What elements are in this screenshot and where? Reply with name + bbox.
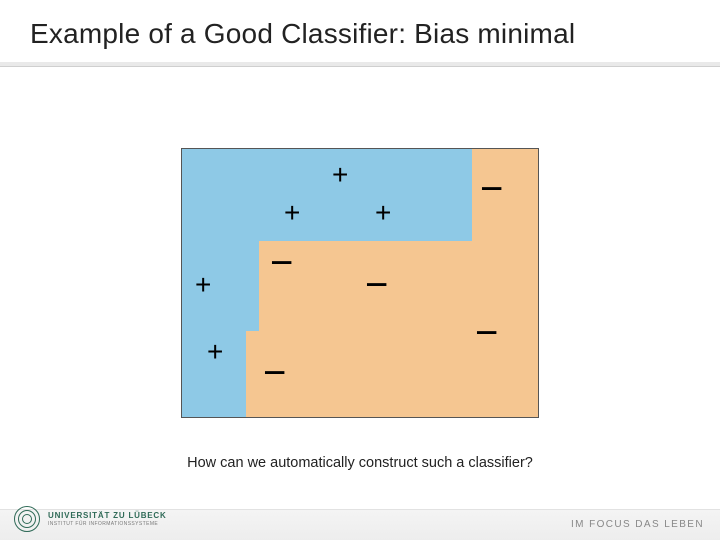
minus-icon: − — [270, 243, 293, 283]
plus-icon: + — [332, 161, 348, 189]
slide: Example of a Good Classifier: Bias minim… — [0, 0, 720, 540]
footer-motto: IM FOCUS DAS LEBEN — [571, 519, 704, 530]
page-title: Example of a Good Classifier: Bias minim… — [30, 18, 575, 50]
university-text: UNIVERSITÄT ZU LÜBECK INSTITUT FÜR INFOR… — [48, 512, 167, 527]
minus-icon: − — [475, 313, 498, 353]
plus-icon: + — [195, 271, 211, 299]
positive-region — [182, 241, 259, 331]
title-divider — [0, 62, 720, 66]
minus-icon: − — [263, 353, 286, 393]
minus-icon: − — [365, 265, 388, 305]
classifier-chart: + + + + + − − − − − — [181, 148, 539, 418]
university-seal-icon — [14, 506, 40, 532]
university-subline: INSTITUT FÜR INFORMATIONSSYSTEME — [48, 522, 167, 527]
university-name: UNIVERSITÄT ZU LÜBECK — [48, 512, 167, 520]
plus-icon: + — [375, 199, 391, 227]
footer-left: UNIVERSITÄT ZU LÜBECK INSTITUT FÜR INFOR… — [14, 506, 167, 532]
plus-icon: + — [207, 338, 223, 366]
positive-region — [182, 149, 472, 241]
caption: How can we automatically construct such … — [0, 455, 720, 471]
plus-icon: + — [284, 199, 300, 227]
minus-icon: − — [480, 169, 503, 209]
